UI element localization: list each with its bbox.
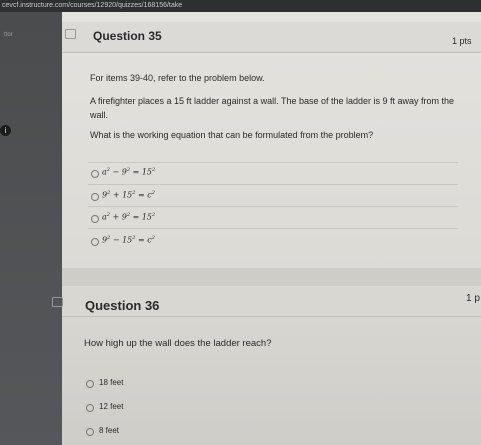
option-divider <box>88 228 458 229</box>
q36-option-3-radio[interactable] <box>86 428 94 436</box>
option-3-radio[interactable] <box>91 215 99 223</box>
option-1-radio[interactable] <box>91 170 99 178</box>
q36-option-2-radio[interactable] <box>86 404 94 412</box>
option-4-radio[interactable] <box>91 238 99 246</box>
option-4-label[interactable]: 92 − 152 = c2 <box>102 235 155 245</box>
question-35-question: What is the working equation that can be… <box>90 130 374 140</box>
q36-option-2-label[interactable]: 12 feet <box>99 402 123 411</box>
q36-option-1-label[interactable]: 18 feet <box>99 378 123 387</box>
option-divider <box>88 206 458 207</box>
options-divider <box>88 162 458 163</box>
question-36-body <box>62 317 481 445</box>
flag-question-36-icon[interactable] <box>52 297 63 307</box>
q36-option-1-radio[interactable] <box>86 380 94 388</box>
option-1-label[interactable]: a2 − 92 = 152 <box>102 167 155 177</box>
info-icon[interactable]: i <box>0 125 11 136</box>
question-35-title: Question 35 <box>93 29 162 43</box>
question-35-points: 1 pts <box>452 36 472 46</box>
option-3-label[interactable]: a2 + 92 = 152 <box>102 212 155 222</box>
left-sidebar: ttor i <box>0 12 62 445</box>
flag-question-35-icon[interactable] <box>65 29 76 39</box>
question-gap <box>62 268 481 286</box>
option-2-radio[interactable] <box>91 193 99 201</box>
question-36-points: 1 p <box>466 293 480 304</box>
sidebar-text: ttor <box>4 32 13 38</box>
question-36-title: Question 36 <box>85 298 160 313</box>
question-35-problem-line2: wall. <box>90 110 109 120</box>
url-text: cevcf.instructure.com/courses/12920/quiz… <box>2 2 183 9</box>
url-bar[interactable]: cevcf.instructure.com/courses/12920/quiz… <box>0 0 481 12</box>
question-35-problem-line1: A firefighter places a 15 ft ladder agai… <box>90 96 455 106</box>
option-divider <box>88 184 458 185</box>
option-2-label[interactable]: 92 + 152 = c2 <box>102 190 155 200</box>
question-36-question: How high up the wall does the ladder rea… <box>84 338 272 349</box>
question-35-prompt: For items 39-40, refer to the problem be… <box>90 73 265 83</box>
q36-option-3-label[interactable]: 8 feet <box>99 426 119 435</box>
